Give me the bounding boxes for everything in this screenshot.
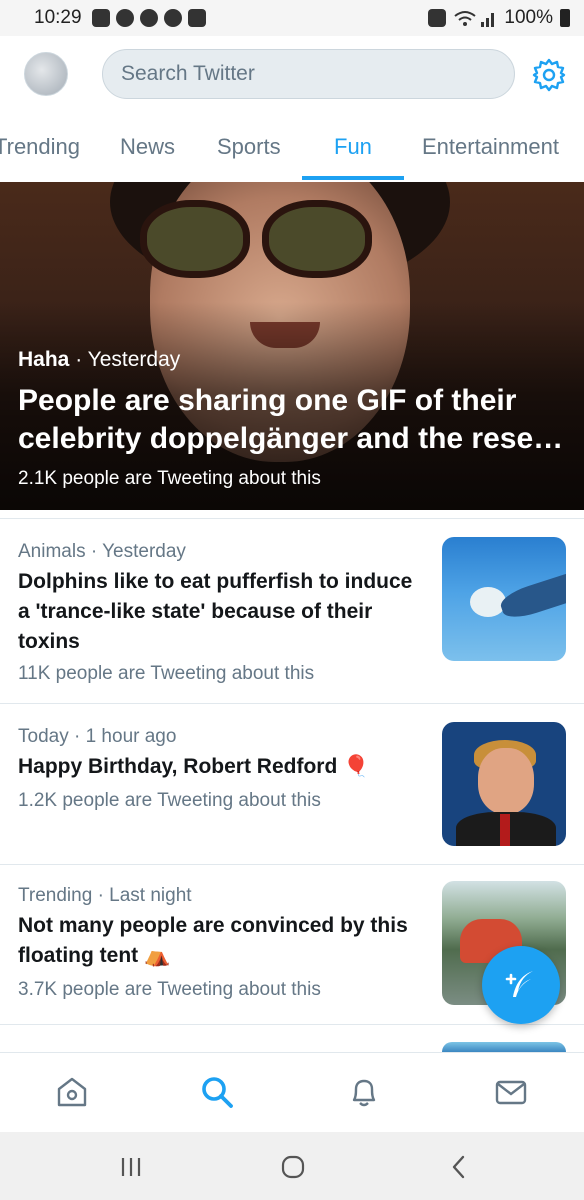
divider bbox=[0, 1024, 584, 1025]
item-headline: Happy Birthday, Robert Redford 🎈 bbox=[18, 755, 370, 778]
battery-app-notification-icon bbox=[187, 9, 206, 27]
nfc-icon bbox=[428, 9, 447, 27]
status-time: 10:29 bbox=[34, 7, 82, 28]
list-item[interactable]: Animals · Yesterday Dolphins like to eat… bbox=[0, 519, 584, 703]
message-notification-icon bbox=[91, 9, 110, 27]
hero-count: 2.1K people are Tweeting about this bbox=[18, 468, 321, 489]
back-icon[interactable] bbox=[444, 1152, 474, 1182]
hero-story[interactable]: Haha · Yesterday People are sharing one … bbox=[0, 182, 584, 510]
item-meta: Animals · Yesterday bbox=[18, 541, 186, 562]
app-header: Search Twitter bbox=[0, 36, 584, 118]
home-button-icon[interactable] bbox=[278, 1152, 308, 1182]
hero-image-glasses-right bbox=[262, 200, 372, 278]
item-count: 11K people are Tweeting about this bbox=[18, 663, 315, 684]
thumbnail-face bbox=[478, 748, 534, 814]
item-headline: Not many people are convinced by this fl… bbox=[18, 914, 408, 967]
home-icon[interactable] bbox=[55, 1075, 89, 1109]
hero-image-glasses-left bbox=[140, 200, 250, 278]
list-item[interactable]: Today · 1 hour ago Happy Birthday, Rober… bbox=[0, 704, 584, 864]
status-bar: 10:29 100% bbox=[0, 0, 584, 36]
tab-fun[interactable]: Fun bbox=[334, 134, 372, 160]
battery-icon bbox=[560, 9, 570, 27]
item-headline: Dolphins like to eat pufferfish to induc… bbox=[18, 570, 413, 653]
item-count: 3.7K people are Tweeting about this bbox=[18, 979, 321, 1000]
battery-percent: 100% bbox=[504, 7, 553, 28]
app-e-notification-icon bbox=[139, 9, 158, 27]
bottom-navigation bbox=[0, 1052, 584, 1132]
tab-trending[interactable]: Trending bbox=[0, 134, 80, 160]
tab-entertainment[interactable]: Entertainment bbox=[422, 134, 559, 160]
app-notification-icon-2 bbox=[163, 9, 182, 27]
wifi-signal-icon bbox=[454, 11, 495, 27]
explore-tabs: Trending News Sports Fun Entertainment bbox=[0, 118, 584, 182]
item-count: 1.2K people are Tweeting about this bbox=[18, 790, 321, 811]
thumbnail-tie bbox=[500, 814, 510, 846]
item-meta: Trending · Last night bbox=[18, 885, 192, 906]
profile-avatar[interactable] bbox=[24, 52, 68, 96]
notification-icons bbox=[91, 9, 206, 27]
search-input[interactable]: Search Twitter bbox=[102, 49, 515, 99]
app-notification-icon bbox=[115, 9, 134, 27]
item-meta: Today · 1 hour ago bbox=[18, 726, 177, 747]
messages-envelope-icon[interactable] bbox=[494, 1075, 528, 1109]
hero-time: · Yesterday bbox=[69, 348, 181, 371]
compose-tweet-button[interactable] bbox=[482, 946, 560, 1024]
next-item-thumbnail bbox=[442, 1042, 566, 1052]
system-navigation-bar bbox=[0, 1132, 584, 1200]
gear-icon[interactable] bbox=[532, 58, 566, 92]
notifications-bell-icon[interactable] bbox=[347, 1075, 381, 1109]
tab-sports[interactable]: Sports bbox=[217, 134, 281, 160]
robert-redford-thumbnail bbox=[442, 722, 566, 846]
active-tab-indicator bbox=[302, 176, 404, 180]
recent-apps-icon[interactable] bbox=[116, 1152, 146, 1182]
hero-title: People are sharing one GIF of their cele… bbox=[18, 384, 564, 455]
search-icon[interactable] bbox=[200, 1075, 234, 1109]
compose-feather-icon bbox=[505, 971, 533, 997]
dolphin-shape bbox=[497, 571, 566, 623]
dolphin-thumbnail bbox=[442, 537, 566, 661]
hero-category: Haha bbox=[18, 348, 70, 371]
status-right: 100% bbox=[428, 7, 570, 29]
hero-meta: Haha · Yesterday bbox=[18, 348, 180, 372]
tab-news[interactable]: News bbox=[120, 134, 175, 160]
